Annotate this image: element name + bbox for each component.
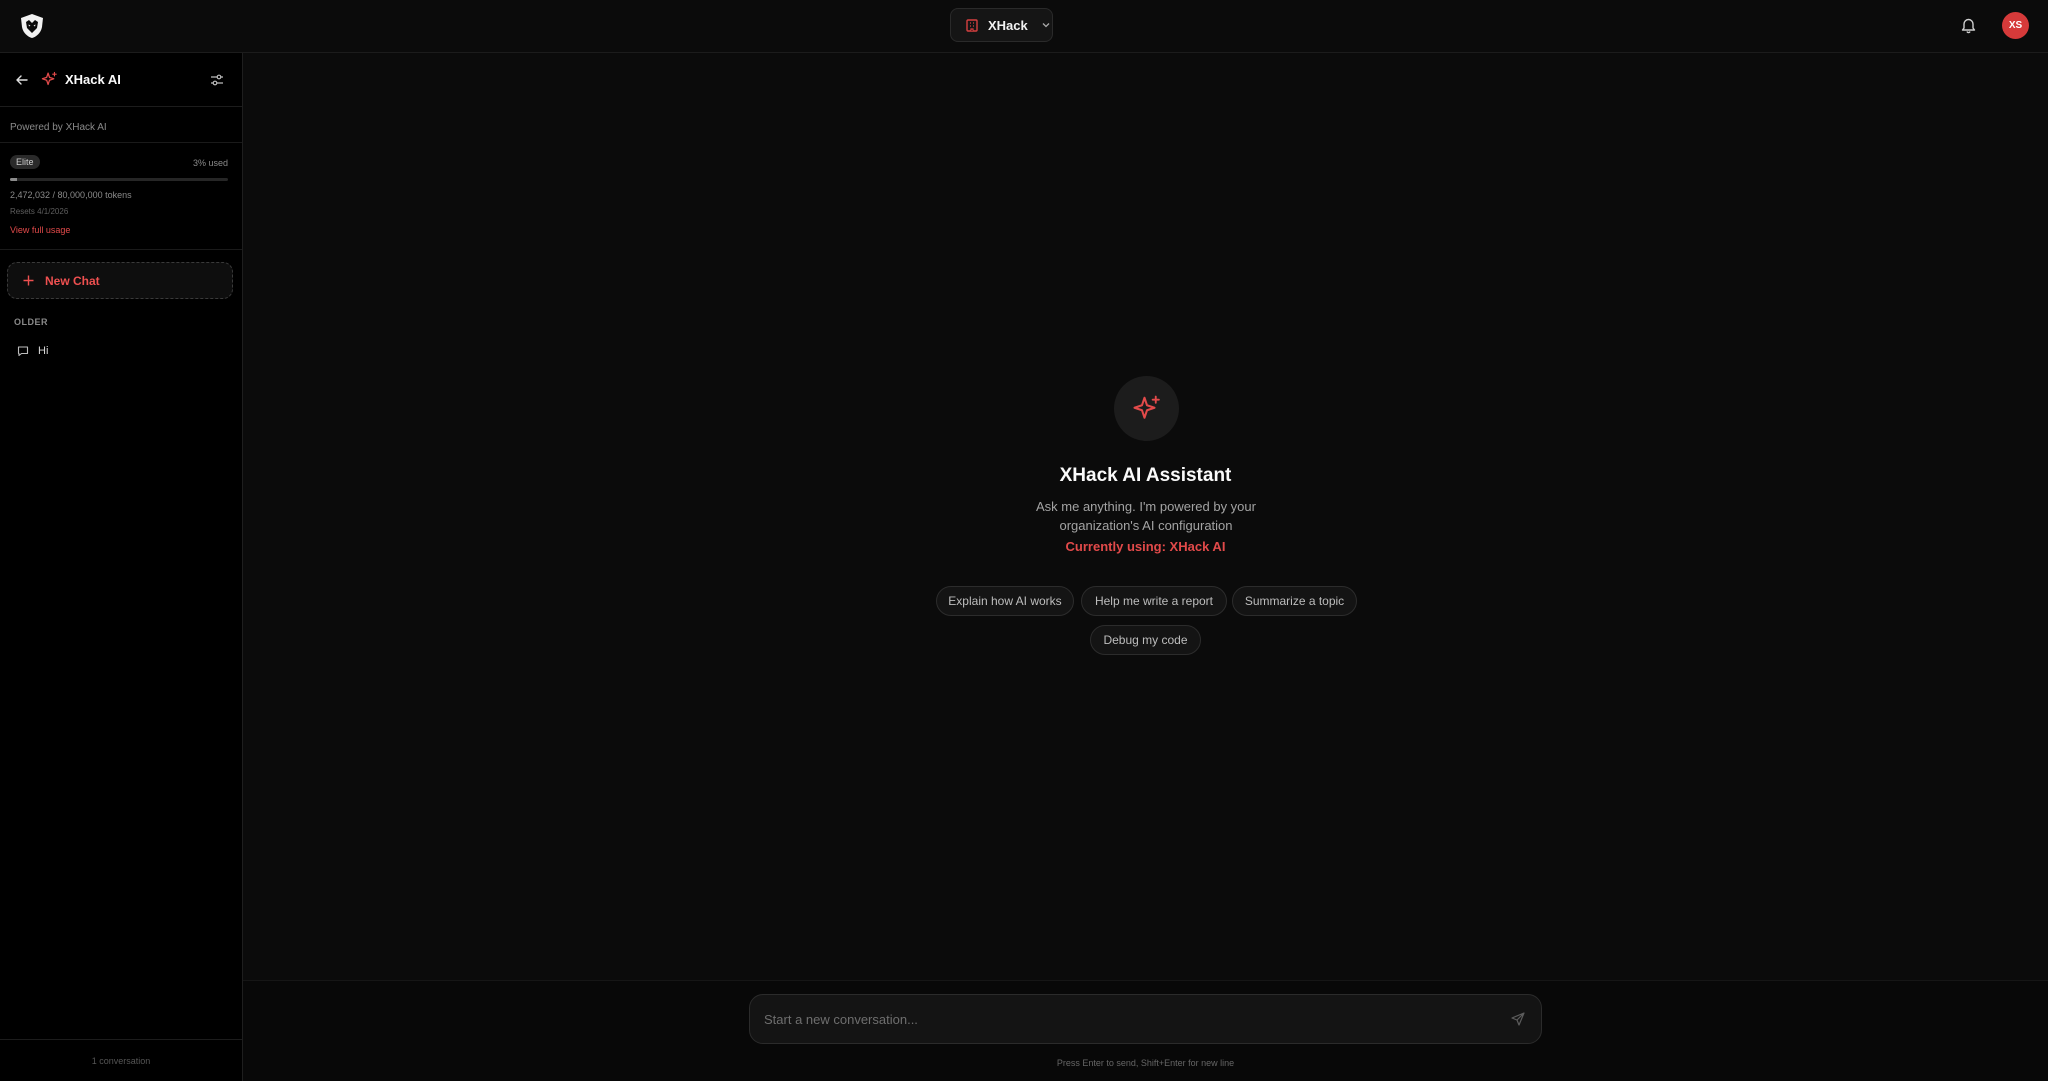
chat-bubble-icon — [17, 346, 29, 357]
workspace-switcher[interactable]: XHack — [950, 8, 1053, 42]
conversation-title: Hi — [38, 345, 49, 357]
composer-hint: Press Enter to send, Shift+Enter for new… — [1056, 1058, 1235, 1068]
sparkle-icon — [41, 71, 57, 86]
new-chat-label: New Chat — [45, 273, 100, 288]
token-count: 2,472,032 / 80,000,000 tokens — [10, 190, 132, 200]
composer-area: Press Enter to send, Shift+Enter for new… — [243, 980, 2048, 1081]
chat-main: XHack AI Assistant Ask me anything. I'm … — [243, 53, 2048, 980]
conversation-item[interactable]: Hi — [8, 338, 234, 364]
chevron-down-icon — [1042, 23, 1050, 28]
divider — [0, 249, 242, 250]
message-input[interactable] — [764, 995, 1504, 1043]
current-model: Currently using: XHack AI — [1065, 539, 1226, 554]
sidebar: XHack AI Powered by XHack AI Elite 3% us… — [0, 53, 243, 1081]
message-composer — [749, 994, 1542, 1044]
top-bar: XHack XS — [0, 0, 2048, 53]
assistant-avatar — [1114, 376, 1179, 441]
usage-progress-bar — [10, 178, 228, 181]
sparkle-icon — [1133, 395, 1160, 419]
back-arrow-icon[interactable] — [15, 73, 29, 87]
new-chat-button[interactable]: New Chat — [7, 262, 233, 299]
assistant-subtitle: Ask me anything. I'm powered by your org… — [1036, 499, 1256, 533]
usage-progress-fill — [10, 178, 17, 181]
user-avatar[interactable]: XS — [2002, 12, 2029, 39]
tier-badge: Elite — [10, 155, 40, 169]
sidebar-header: XHack AI — [0, 53, 242, 107]
workspace-name: XHack — [988, 17, 1028, 33]
usage-percent: 3% used — [192, 158, 228, 168]
view-full-usage-link[interactable]: View full usage — [10, 225, 70, 235]
reset-date: Resets 4/1/2026 — [10, 207, 69, 216]
bell-icon[interactable] — [1960, 16, 1977, 34]
assistant-title: XHack AI Assistant — [1059, 465, 1232, 486]
suggestion-chip[interactable]: Help me write a report — [1081, 586, 1227, 616]
suggestion-chip[interactable]: Debug my code — [1090, 625, 1201, 655]
building-icon — [966, 19, 978, 32]
settings-sliders-icon[interactable] — [210, 73, 224, 87]
divider — [0, 142, 242, 143]
conversation-count: 1 conversation — [0, 1039, 242, 1081]
send-icon[interactable] — [1511, 1012, 1525, 1026]
plus-icon — [23, 275, 34, 286]
wolf-logo-icon[interactable] — [18, 12, 46, 40]
suggestion-chip[interactable]: Summarize a topic — [1232, 586, 1357, 616]
sidebar-title: XHack AI — [65, 72, 121, 87]
powered-by-label: Powered by XHack AI — [10, 122, 107, 133]
suggestion-chip[interactable]: Explain how AI works — [936, 586, 1074, 616]
section-label-older: OLDER — [14, 317, 48, 327]
